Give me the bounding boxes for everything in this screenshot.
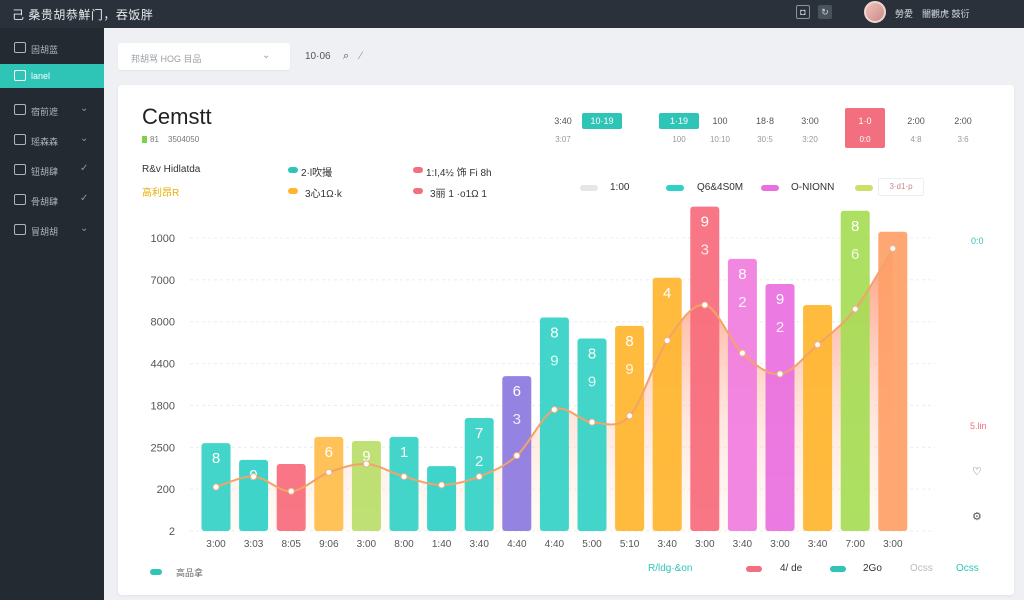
- legend-swatch: [150, 569, 162, 575]
- line-point: [738, 349, 746, 357]
- bar-label: 3: [701, 242, 709, 259]
- right-axis-label: 5.lin: [970, 421, 987, 431]
- x-tick-label: 3:00: [883, 539, 903, 550]
- y-tick-label: 200: [157, 484, 175, 496]
- x-tick-label: 7:00: [845, 539, 865, 550]
- bar: [652, 277, 682, 531]
- bar-label: 6: [851, 246, 859, 263]
- legend-label[interactable]: R/ldg·&on: [648, 563, 692, 574]
- legend-label[interactable]: Ocss: [956, 563, 979, 574]
- line-point: [626, 412, 634, 420]
- x-tick-label: 3:03: [244, 539, 264, 550]
- x-tick-label: 8:05: [281, 539, 301, 550]
- legend-label: 高品拿: [176, 568, 204, 578]
- y-tick-label: 2500: [151, 442, 175, 454]
- x-tick-label: 5:00: [582, 539, 602, 550]
- y-tick-label: 7000: [151, 275, 175, 287]
- line-point: [588, 418, 596, 426]
- legend-label[interactable]: 4/ de: [780, 563, 802, 574]
- line-point: [362, 460, 370, 468]
- bar: [427, 466, 457, 531]
- bar-label: 8: [588, 345, 596, 362]
- x-tick-label: 8:00: [394, 539, 414, 550]
- x-tick-label: 3:40: [733, 539, 753, 550]
- bar-label: 2: [475, 453, 483, 470]
- x-tick-label: 5:10: [620, 539, 640, 550]
- bar-label: 9: [625, 361, 633, 378]
- line-point: [287, 487, 295, 495]
- bar-label: 6: [513, 383, 521, 400]
- x-tick-label: 3:00: [206, 539, 226, 550]
- bar-label: 9: [776, 291, 784, 308]
- line-point: [513, 452, 521, 460]
- bar: [539, 317, 569, 531]
- x-tick-label: 3:40: [657, 539, 677, 550]
- line-point: [701, 301, 709, 309]
- line-point: [663, 337, 671, 345]
- bar-label: 3: [513, 411, 521, 428]
- x-tick-label: 4:40: [507, 539, 527, 550]
- x-tick-label: 3:00: [695, 539, 715, 550]
- bar-label: 8: [738, 266, 746, 283]
- line-point: [475, 473, 483, 481]
- bar: [577, 338, 607, 531]
- x-tick-label: 3:40: [808, 539, 828, 550]
- bar: [878, 231, 908, 531]
- x-tick-label: 1:40: [432, 539, 452, 550]
- bar-label: 9: [550, 353, 558, 370]
- settings-icon[interactable]: ⚙: [972, 510, 982, 523]
- bar-label: 4: [663, 285, 671, 302]
- line-point: [212, 483, 220, 491]
- x-tick-label: 3:40: [469, 539, 489, 550]
- bar-label: 7: [475, 425, 483, 442]
- y-tick-label: 8000: [151, 317, 175, 329]
- x-tick-label: 9:06: [319, 539, 339, 550]
- y-tick-label: 2: [169, 526, 175, 538]
- right-axis-label: 0:0: [971, 236, 984, 246]
- bar: [615, 325, 645, 531]
- bar-label: 9: [588, 373, 596, 390]
- line-point: [776, 370, 784, 378]
- bar: [276, 464, 306, 531]
- bar-label: 8: [212, 450, 220, 467]
- bar-line-chart: 1000 7000 8000 4400 1800 2500 200 2 8 9 6 9 1 7 2 6 3 8 9 8…: [151, 206, 935, 550]
- bar-label: 8: [550, 325, 558, 342]
- line-point: [400, 473, 408, 481]
- line-point: [814, 341, 822, 349]
- y-tick-label: 4400: [151, 359, 175, 371]
- line-point: [325, 468, 333, 476]
- bar-label: 6: [325, 444, 333, 461]
- y-tick-label: 1800: [151, 400, 175, 412]
- line-point: [250, 473, 258, 481]
- bar-label: 1: [400, 444, 408, 461]
- line-point: [438, 481, 446, 489]
- line-point: [889, 244, 897, 252]
- x-tick-label: 4:40: [545, 539, 565, 550]
- legend-label[interactable]: 2Go: [863, 563, 882, 574]
- y-tick-label: 1000: [151, 233, 175, 245]
- x-tick-label: 3:00: [357, 539, 377, 550]
- line-point: [851, 305, 859, 313]
- bar-label: 2: [776, 319, 784, 336]
- line-point: [550, 406, 558, 414]
- legend-swatch: [830, 566, 846, 572]
- legend-swatch: [746, 566, 762, 572]
- bar-label: 8: [625, 333, 633, 350]
- bar-label: 8: [851, 218, 859, 235]
- x-tick-label: 3:00: [770, 539, 790, 550]
- bar-label: 2: [738, 294, 746, 311]
- bar-label: 9: [701, 214, 709, 231]
- heart-icon[interactable]: ♡: [972, 465, 982, 478]
- bar: [803, 304, 833, 531]
- legend-label[interactable]: Ocss: [910, 563, 933, 574]
